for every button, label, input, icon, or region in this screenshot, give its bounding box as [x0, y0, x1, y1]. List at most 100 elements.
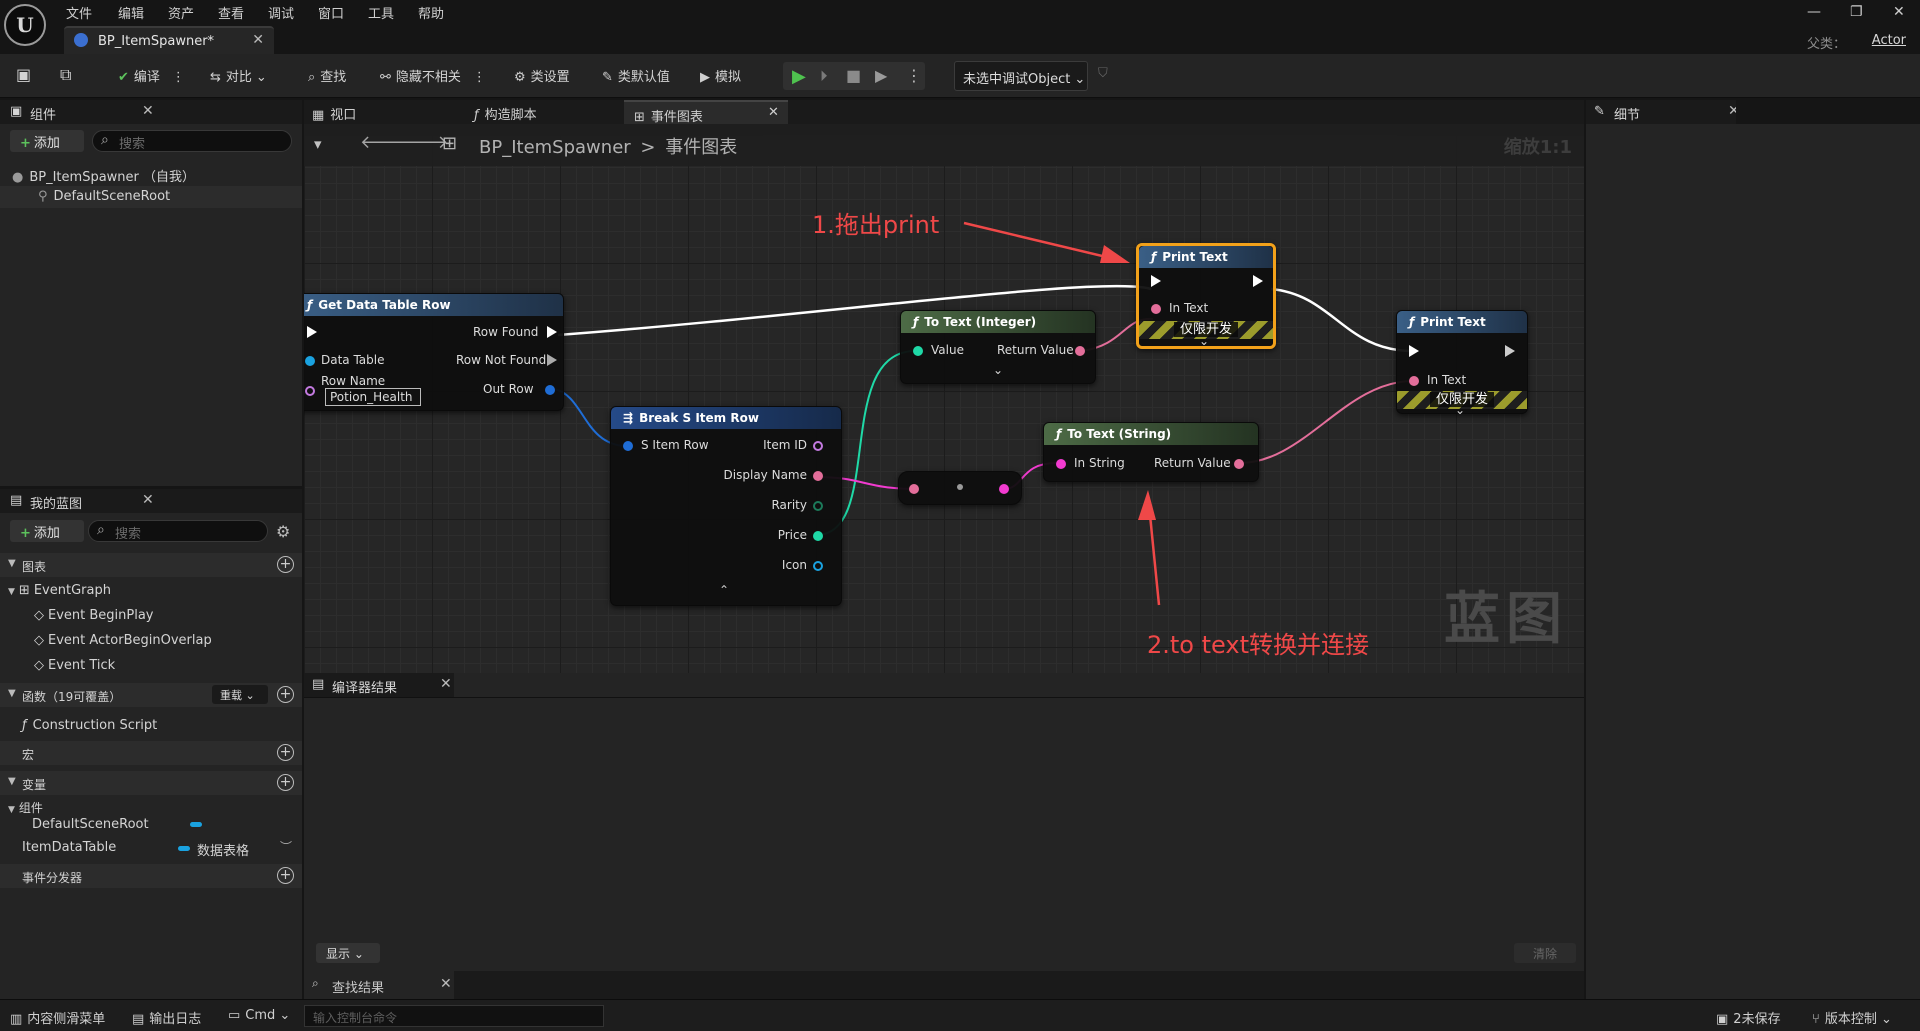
close-panel-icon[interactable]: ✕: [440, 976, 452, 992]
find-results-header[interactable]: ⌕ 查找结果 ✕: [304, 971, 454, 999]
variable-item-datatable[interactable]: ItemDataTable: [22, 840, 116, 855]
variable-item-root[interactable]: DefaultSceneRoot: [32, 817, 149, 832]
display-name-pin[interactable]: [813, 471, 823, 481]
section-functions[interactable]: ▼ 函数（19可覆盖） 重载 ⌄ +: [0, 683, 302, 707]
in-text-pin[interactable]: [1409, 376, 1419, 386]
event-item-beginplay[interactable]: ◇ Event BeginPlay: [34, 608, 154, 623]
browse-icon[interactable]: ⧉: [60, 65, 71, 85]
add-macro-icon[interactable]: +: [277, 744, 294, 761]
my-blueprint-search-input[interactable]: 搜索: [88, 520, 268, 542]
class-settings-button[interactable]: ⚙ 类设置: [514, 66, 570, 85]
tab-viewport[interactable]: ▦ 视口: [312, 100, 356, 124]
close-panel-icon[interactable]: ✕: [440, 676, 452, 692]
hide-unrelated-button[interactable]: ⚯ 隐藏不相关 ⋮: [380, 66, 486, 85]
section-dispatchers[interactable]: 事件分发器 +: [0, 864, 302, 888]
more-options-icon[interactable]: ⋮: [473, 70, 486, 85]
row-name-input[interactable]: Potion_Health: [325, 388, 421, 406]
add-function-icon[interactable]: +: [277, 686, 294, 703]
content-drawer-button[interactable]: ▥ 内容侧滑菜单: [10, 1008, 105, 1027]
collapse-caret-icon[interactable]: ⌃: [719, 583, 729, 597]
play-icon[interactable]: ▶: [792, 66, 806, 87]
parent-class-link[interactable]: Actor: [1872, 33, 1906, 48]
node-print-text-2[interactable]: ƒ Print Text In Text 仅限开发 ⌄: [1396, 310, 1528, 417]
debug-object-select[interactable]: 未选中调试Object ⌄: [954, 61, 1088, 91]
event-graph-item[interactable]: ▼ ⊞ EventGraph: [8, 583, 111, 598]
cmd-dropdown[interactable]: ▭ Cmd ⌄: [228, 1008, 290, 1023]
unsaved-button[interactable]: ▣ 2未保存: [1716, 1008, 1781, 1027]
exec-in-pin[interactable]: [307, 326, 317, 338]
menu-view[interactable]: 查看: [218, 3, 244, 22]
restore-icon[interactable]: ❐: [1850, 4, 1863, 20]
add-dispatcher-icon[interactable]: +: [277, 867, 294, 884]
rarity-pin[interactable]: [813, 501, 823, 511]
tab-event-graph[interactable]: ⊞ 事件图表 ✕: [624, 100, 788, 125]
menu-file[interactable]: 文件: [66, 3, 92, 22]
close-panel-icon[interactable]: ✕: [142, 492, 154, 508]
exec-out-pin[interactable]: [1505, 345, 1515, 357]
row-name-pin[interactable]: [305, 386, 315, 396]
stop-icon[interactable]: ■: [846, 66, 861, 85]
console-input[interactable]: 输入控制台命令: [304, 1005, 604, 1027]
compile-options-icon[interactable]: ⋮: [172, 70, 185, 85]
node-break-item-row[interactable]: ⇶ Break S Item Row S Item Row Item ID Dis…: [610, 406, 842, 606]
exec-out-pin[interactable]: [1253, 275, 1263, 287]
clear-button[interactable]: 清除: [1514, 943, 1576, 963]
event-item-overlap[interactable]: ◇ Event ActorBeginOverlap: [34, 633, 212, 648]
play-options-icon[interactable]: ⋮: [906, 66, 922, 85]
node-string-reroute[interactable]: [898, 471, 1022, 505]
diff-button[interactable]: ⇆ 对比 ⌄: [210, 66, 267, 85]
component-item-root[interactable]: ⚲ DefaultSceneRoot: [38, 189, 170, 204]
icon-pin[interactable]: [813, 561, 823, 571]
in-string-pin[interactable]: [1056, 459, 1066, 469]
add-member-button[interactable]: + 添加: [10, 520, 84, 542]
add-graph-icon[interactable]: +: [277, 556, 294, 573]
output-log-button[interactable]: ▤ 输出日志: [132, 1008, 201, 1027]
menu-window[interactable]: 窗口: [318, 3, 344, 22]
debug-filter-icon[interactable]: ⛉: [1098, 66, 1108, 81]
close-panel-icon[interactable]: ✕: [142, 103, 154, 119]
in-text-pin[interactable]: [1151, 304, 1161, 314]
bookmark-icon[interactable]: ▾: [314, 135, 322, 153]
item-id-pin[interactable]: [813, 441, 823, 451]
node-get-data-table-row[interactable]: ƒ Get Data Table Row Row Found Data Table…: [304, 293, 564, 411]
reroute-in-pin[interactable]: [909, 484, 919, 494]
save-icon[interactable]: ▣: [16, 65, 31, 84]
construction-script-item[interactable]: ƒ Construction Script: [22, 718, 157, 733]
section-graphs[interactable]: ▼ 图表 +: [0, 553, 302, 577]
price-pin[interactable]: [813, 531, 823, 541]
breadcrumb-graph[interactable]: 事件图表: [665, 137, 737, 158]
expand-caret-icon[interactable]: ⌄: [993, 363, 1003, 377]
breadcrumb-blueprint[interactable]: BP_ItemSpawner: [479, 137, 631, 158]
exec-out-row-found-pin[interactable]: [547, 326, 557, 338]
gear-icon[interactable]: ⚙: [276, 522, 290, 541]
add-component-button[interactable]: + 添加: [10, 130, 84, 152]
eye-closed-icon[interactable]: ︶: [280, 838, 292, 855]
simulate-button[interactable]: ▶ 模拟: [700, 66, 741, 85]
return-value-pin[interactable]: [1234, 459, 1244, 469]
exec-in-pin[interactable]: [1151, 275, 1161, 287]
return-value-pin[interactable]: [1075, 346, 1085, 356]
menu-help[interactable]: 帮助: [418, 3, 444, 22]
reroute-out-pin[interactable]: [999, 484, 1009, 494]
eject-icon[interactable]: ▶: [875, 66, 887, 85]
node-print-text-1[interactable]: ƒ Print Text In Text 仅限开发 ⌄: [1136, 243, 1276, 349]
minimize-icon[interactable]: —: [1807, 4, 1821, 20]
event-graph-canvas[interactable]: ƒ Get Data Table Row Row Found Data Table…: [304, 135, 1584, 673]
menu-debug[interactable]: 调试: [268, 3, 294, 22]
out-row-pin[interactable]: [545, 385, 555, 395]
data-table-pin[interactable]: [305, 356, 315, 366]
compile-button[interactable]: ✔ 编译 ⋮: [118, 66, 185, 85]
close-tab-icon[interactable]: ✕: [252, 32, 264, 48]
section-macros[interactable]: 宏 +: [0, 741, 302, 765]
menu-assets[interactable]: 资产: [168, 3, 194, 22]
show-dropdown[interactable]: 显示 ⌄: [316, 943, 380, 963]
components-search-input[interactable]: 搜索: [92, 130, 292, 152]
unreal-logo-icon[interactable]: U: [4, 4, 46, 46]
step-icon[interactable]: ⏵: [820, 67, 828, 85]
node-to-text-integer[interactable]: ƒ To Text (Integer) Value Return Value ⌄: [900, 310, 1096, 384]
close-tab-icon[interactable]: ✕: [768, 105, 779, 120]
event-item-tick[interactable]: ◇ Event Tick: [34, 658, 115, 673]
section-variables[interactable]: ▼ 变量 +: [0, 771, 302, 795]
override-dropdown[interactable]: 重载 ⌄: [212, 685, 268, 704]
class-defaults-button[interactable]: ✎ 类默认值: [602, 66, 670, 85]
